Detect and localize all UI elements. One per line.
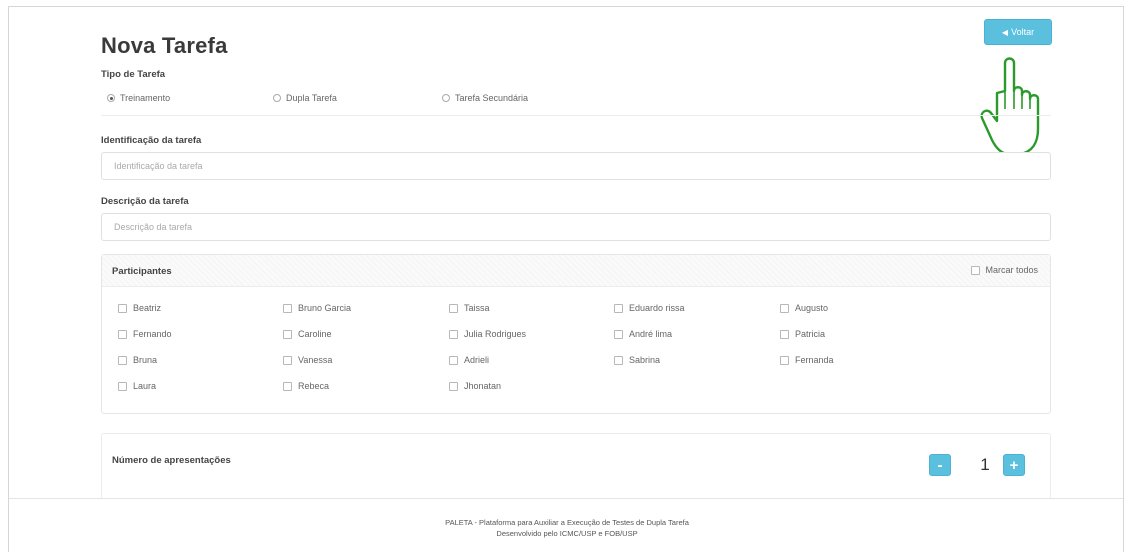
participant-checkbox[interactable]: Taissa <box>449 303 490 313</box>
radio-unchecked-icon <box>442 94 450 102</box>
decrement-button[interactable]: - <box>929 454 951 476</box>
caret-left-icon: ◀ <box>1001 27 1009 37</box>
description-input[interactable] <box>101 213 1051 241</box>
participant-checkbox[interactable]: Laura <box>118 381 156 391</box>
participant-name: Beatriz <box>133 303 162 313</box>
checkbox-icon <box>283 303 292 313</box>
radio-tarefa-secundaria[interactable]: Tarefa Secundária <box>442 93 528 103</box>
participant-checkbox[interactable]: Fernanda <box>780 355 834 365</box>
checkbox-icon <box>614 355 623 365</box>
presentations-value: 1 <box>980 455 990 474</box>
radio-label: Treinamento <box>120 93 171 103</box>
identification-input[interactable] <box>101 152 1051 180</box>
checkbox-icon <box>971 265 981 275</box>
page-title: Nova Tarefa <box>101 33 228 58</box>
checkbox-icon <box>780 303 789 313</box>
mark-all-label: Marcar todos <box>985 265 1038 275</box>
participant-name: Rebeca <box>298 381 330 391</box>
participant-checkbox[interactable]: Bruna <box>118 355 157 365</box>
participant-checkbox[interactable]: André lima <box>614 329 672 339</box>
mark-all-checkbox[interactable]: Marcar todos <box>971 265 1038 275</box>
participant-name: Taissa <box>464 303 490 313</box>
participant-name: Fernanda <box>795 355 834 365</box>
participant-checkbox[interactable]: Jhonatan <box>449 381 501 391</box>
participant-name: Fernando <box>133 329 172 339</box>
participant-checkbox[interactable]: Augusto <box>780 303 828 313</box>
participant-name: Julia Rodrigues <box>464 329 527 339</box>
participant-name: Vanessa <box>298 355 333 365</box>
radio-label: Dupla Tarefa <box>286 93 337 103</box>
participant-checkbox[interactable]: Eduardo rissa <box>614 303 685 313</box>
identification-label: Identificação da tarefa <box>101 135 202 146</box>
participant-checkbox[interactable]: Fernando <box>118 329 172 339</box>
checkbox-icon <box>118 303 127 313</box>
participant-checkbox[interactable]: Beatriz <box>118 303 161 313</box>
participant-checkbox[interactable]: Caroline <box>283 329 332 339</box>
increment-button[interactable]: + <box>1003 454 1025 476</box>
presentations-panel: Número de apresentações - 1 + <box>101 433 1051 499</box>
participant-name: André lima <box>629 329 673 339</box>
checkbox-icon <box>780 329 789 339</box>
checkbox-icon <box>118 355 127 365</box>
checkbox-icon <box>614 329 623 339</box>
presentations-label: Número de apresentações <box>112 455 231 466</box>
checkbox-icon <box>614 303 623 313</box>
checkbox-icon <box>283 355 292 365</box>
participant-name: Adrieli <box>464 355 490 365</box>
participant-name: Bruna <box>133 355 158 365</box>
participant-name: Laura <box>133 381 157 391</box>
participant-name: Augusto <box>795 303 829 313</box>
participants-panel-header: Participantes Marcar todos <box>102 255 1050 287</box>
participant-name: Caroline <box>298 329 332 339</box>
checkbox-icon <box>449 355 458 365</box>
app-frame: Nova Tarefa ◀ Voltar Tipo de Tarefa Trei… <box>8 6 1124 552</box>
participant-checkbox[interactable]: Patricia <box>780 329 825 339</box>
task-type-label: Tipo de Tarefa <box>101 69 166 80</box>
participant-name: Bruno Garcia <box>298 303 352 313</box>
participant-name: Patricia <box>795 329 826 339</box>
participant-checkbox[interactable]: Julia Rodrigues <box>449 329 526 339</box>
checkbox-icon <box>283 381 292 391</box>
participant-checkbox[interactable]: Sabrina <box>614 355 660 365</box>
footer: PALETA - Plataforma para Auxiliar a Exec… <box>9 498 1123 552</box>
back-button[interactable]: ◀ Voltar <box>984 19 1052 45</box>
divider <box>101 115 1051 116</box>
radio-checked-icon <box>107 94 115 102</box>
checkbox-icon <box>449 303 458 313</box>
checkbox-icon <box>449 381 458 391</box>
radio-treinamento[interactable]: Treinamento <box>107 93 170 103</box>
radio-dupla-tarefa[interactable]: Dupla Tarefa <box>273 93 337 103</box>
task-type-options: Treinamento Dupla Tarefa Tarefa Secundár… <box>101 93 1051 109</box>
participant-name: Sabrina <box>629 355 661 365</box>
radio-unchecked-icon <box>273 94 281 102</box>
checkbox-icon <box>118 329 127 339</box>
checkbox-icon <box>118 381 127 391</box>
footer-line-2: Desenvolvido pelo ICMC/USP e FOB/USP <box>496 529 638 538</box>
description-label: Descrição da tarefa <box>101 196 189 207</box>
back-button-label: Voltar <box>1011 27 1035 37</box>
participant-checkbox[interactable]: Adrieli <box>449 355 489 365</box>
checkbox-icon <box>283 329 292 339</box>
participants-panel: Participantes Marcar todos Beatriz Ferna… <box>101 254 1051 414</box>
checkbox-icon <box>449 329 458 339</box>
footer-line-1: PALETA - Plataforma para Auxiliar a Exec… <box>445 518 689 527</box>
participant-checkbox[interactable]: Bruno Garcia <box>283 303 351 313</box>
participant-name: Eduardo rissa <box>629 303 685 313</box>
participant-name: Jhonatan <box>464 381 502 391</box>
checkbox-icon <box>780 355 789 365</box>
participant-checkbox[interactable]: Vanessa <box>283 355 332 365</box>
radio-label: Tarefa Secundária <box>455 93 529 103</box>
participants-title: Participantes <box>112 266 172 277</box>
participant-checkbox[interactable]: Rebeca <box>283 381 329 391</box>
